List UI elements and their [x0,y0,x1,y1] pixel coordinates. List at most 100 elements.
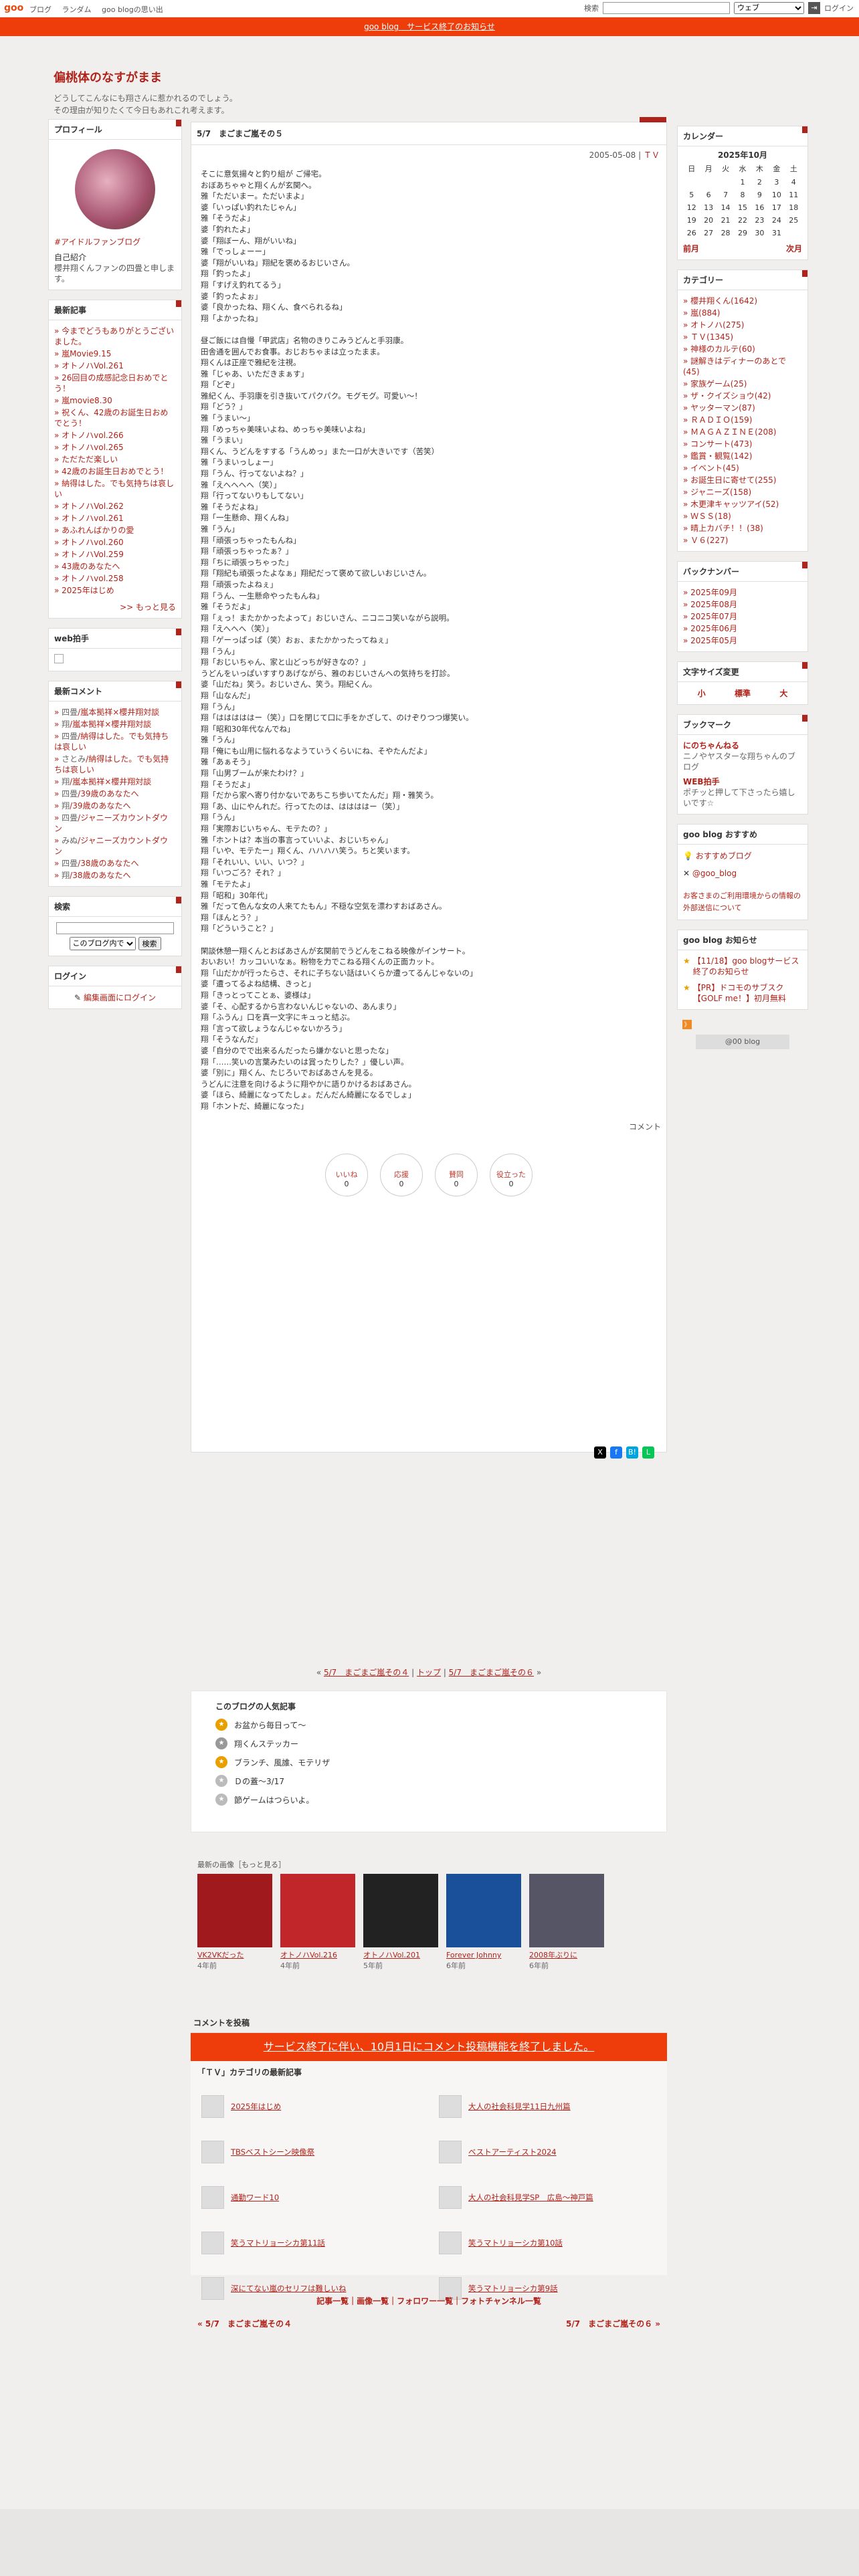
recent-item[interactable]: 祝くん、42歳のお誕生日おめでとう！ [54,407,176,429]
image-title[interactable]: オトノハVol.216 [280,1950,355,1961]
thumbnail[interactable] [529,1874,604,1947]
recent-item[interactable]: オトノハvol.261 [54,513,176,524]
recent-item[interactable]: オトノハVol.259 [54,549,176,560]
category-article-link[interactable]: 大人の社会科見学11日九州篇 [468,2101,571,2112]
blog-search-input[interactable] [56,922,174,934]
top-link[interactable]: トップ [417,1668,441,1677]
gbar-link[interactable]: ランダム [62,5,92,14]
goo-logo[interactable]: goo [4,3,23,13]
x-share-icon[interactable]: X [594,1446,606,1459]
broken-image-icon[interactable] [54,654,64,663]
reaction-button[interactable]: 応援 0 [380,1154,423,1197]
search-input[interactable] [603,2,730,14]
recent-item[interactable]: 嵐Movie9.15 [54,348,176,359]
comment-article-link[interactable]: 38歳のあなたへ [80,859,138,868]
category-item[interactable]: 家族ゲーム(25) [683,379,802,389]
category-item[interactable]: ヤッターマン(87) [683,403,802,413]
comment-item[interactable]: みぬ/ジャニーズカウントダウン [54,835,176,857]
popular-item[interactable]: ★ お盆から毎日って〜 [215,1719,642,1731]
category-article[interactable]: ベストアーティスト2024 [439,2141,656,2163]
category-item[interactable]: 神様のカルテ(60) [683,344,802,354]
popular-item[interactable]: ★ 翔くんステッカー [215,1737,642,1749]
comment-item[interactable]: 翔/嵐本拠祥×櫻井翔対談 [54,776,176,787]
comment-item[interactable]: 四畳/ジャニーズカウントダウン [54,813,176,834]
recent-item[interactable]: ただただ楽しい [54,454,176,465]
recent-item[interactable]: オトノハvol.260 [54,537,176,548]
external-info-link[interactable]: お客さまのご利用環境からの情報の外部送信について [683,890,802,914]
reaction-button[interactable]: いいね 0 [325,1154,368,1197]
comment-article-link[interactable]: 嵐本拠祥×櫻井翔対談 [80,708,159,717]
recent-item[interactable]: オトノハVol.262 [54,501,176,512]
category-article[interactable]: 大人の社会科見学11日九州篇 [439,2095,656,2118]
category-item[interactable]: オトノハ(275) [683,320,802,330]
popular-item[interactable]: ★ 節ゲームはつらいよ。 [215,1794,642,1806]
bookmark-link[interactable]: WEB拍手 [683,776,802,787]
notice-link[interactable]: 【PR】ドコモのサブスク【GOLF me！】初月無料 [693,982,802,1004]
category-item[interactable]: 嵐(884) [683,308,802,318]
font-large[interactable]: 大 [779,687,787,699]
category-article[interactable]: 笑うマトリョーシカ第11話 [201,2232,419,2254]
backnumber-item[interactable]: 2025年05月 [683,635,802,646]
category-item[interactable]: ＴＶ(1345) [683,332,802,342]
blog-search-button[interactable]: 検索 [138,937,161,950]
category-article-link[interactable]: 通勤ワード10 [231,2192,279,2203]
comment-item[interactable]: 四畳/38歳のあなたへ [54,858,176,869]
thumbnail[interactable] [280,1874,355,1947]
category-item[interactable]: 櫻井翔くん(1642) [683,296,802,306]
recent-item[interactable]: 2025年はじめ [54,585,176,596]
thumbnail[interactable] [197,1874,272,1947]
comment-article-link[interactable]: 嵐本拠祥×櫻井翔対談 [72,720,151,729]
login-icon[interactable]: ⇥ [808,2,820,14]
category-article-link[interactable]: ベストアーティスト2024 [468,2147,557,2157]
backnumber-item[interactable]: 2025年08月 [683,599,802,610]
gbar-link[interactable]: goo blogの思い出 [102,5,163,14]
category-article[interactable]: 通勤ワード10 [201,2186,419,2209]
bottom-prev-link[interactable]: « 5/7 まごまご嵐その４ [197,2318,292,2329]
category-article[interactable]: 笑うマトリョーシカ第10話 [439,2232,656,2254]
reaction-button[interactable]: 役立った 0 [490,1154,533,1197]
category-article-link[interactable]: 笑うマトリョーシカ第10話 [468,2238,563,2248]
backnumber-item[interactable]: 2025年07月 [683,611,802,622]
footer-links[interactable]: 記事一覧｜画像一覧｜フォロワー一覧｜フォトチャンネル一覧 [191,2295,667,2306]
category-article-link[interactable]: 大人の社会科見学SP 広島〜神戸篇 [468,2192,593,2203]
comment-item[interactable]: 翔/嵐本拠祥×櫻井翔対談 [54,719,176,730]
recent-image-item[interactable]: VK2VKだった 4年前 [197,1874,272,1971]
goo-blog-badge[interactable]: @00 blog [696,1035,789,1049]
image-title[interactable]: オトノハVol.201 [363,1950,438,1961]
category-item[interactable]: イベント(45) [683,463,802,473]
reaction-button[interactable]: 賛同 0 [435,1154,478,1197]
comment-item[interactable]: さとみ/納得はした。でも気持ちは哀しい [54,754,176,775]
image-title[interactable]: Forever Johnny [446,1950,521,1961]
recent-item[interactable]: 今までどうもありがとうございました。 [54,326,176,347]
thumbnail[interactable] [363,1874,438,1947]
next-article-link[interactable]: 5/7 まごまご嵐その６ [449,1668,534,1677]
rss-icon[interactable]: 》 [682,1020,692,1029]
service-end-notice[interactable]: goo blog サービス終了のお知らせ [0,17,859,36]
category-article-link[interactable]: 深にてない嵐のセリフは難しいね [231,2283,347,2294]
category-item[interactable]: 木更津キャッツアイ(52) [683,499,802,510]
recent-image-item[interactable]: Forever Johnny 6年前 [446,1874,521,1971]
recent-item[interactable]: オトノハvol.266 [54,430,176,441]
category-item[interactable]: ＲＡＤＩＯ(159) [683,415,802,425]
comment-closed-notice[interactable]: サービス終了に伴い、10月1日にコメント投稿機能を終了しました。 [191,2033,667,2061]
gbar-link[interactable]: ブログ [29,5,52,14]
backnumber-item[interactable]: 2025年09月 [683,587,802,598]
category-item[interactable]: ジャニーズ(158) [683,487,802,498]
login-edit-link[interactable]: 編集画面にログイン [84,993,156,1002]
recent-images-title[interactable]: 最新の画像［もっと見る］ [197,1859,674,1870]
category-item[interactable]: ザ・クイズショウ(42) [683,391,802,401]
recent-item[interactable]: 43歳のあなたへ [54,561,176,572]
category-article[interactable]: 2025年はじめ [201,2095,419,2118]
blog-title[interactable]: 偏桃体のなすがまま [54,68,859,86]
goo-twitter-link[interactable]: @goo_blog [692,869,737,878]
recent-item[interactable]: オトノハVol.261 [54,360,176,371]
bottom-next-link[interactable]: 5/7 まごまご嵐その６ » [566,2318,660,2329]
recent-more-link[interactable]: >> もっと見る [49,601,181,618]
category-item[interactable]: Ｖ６(227) [683,535,802,546]
comment-item[interactable]: 四畳/39歳のあなたへ [54,788,176,799]
image-title[interactable]: VK2VKだった [197,1950,272,1961]
facebook-share-icon[interactable]: f [610,1446,622,1459]
article-comment-link[interactable]: コメント [191,1115,666,1138]
category-item[interactable]: ＷＳＳ(18) [683,511,802,522]
font-small[interactable]: 小 [698,687,706,699]
